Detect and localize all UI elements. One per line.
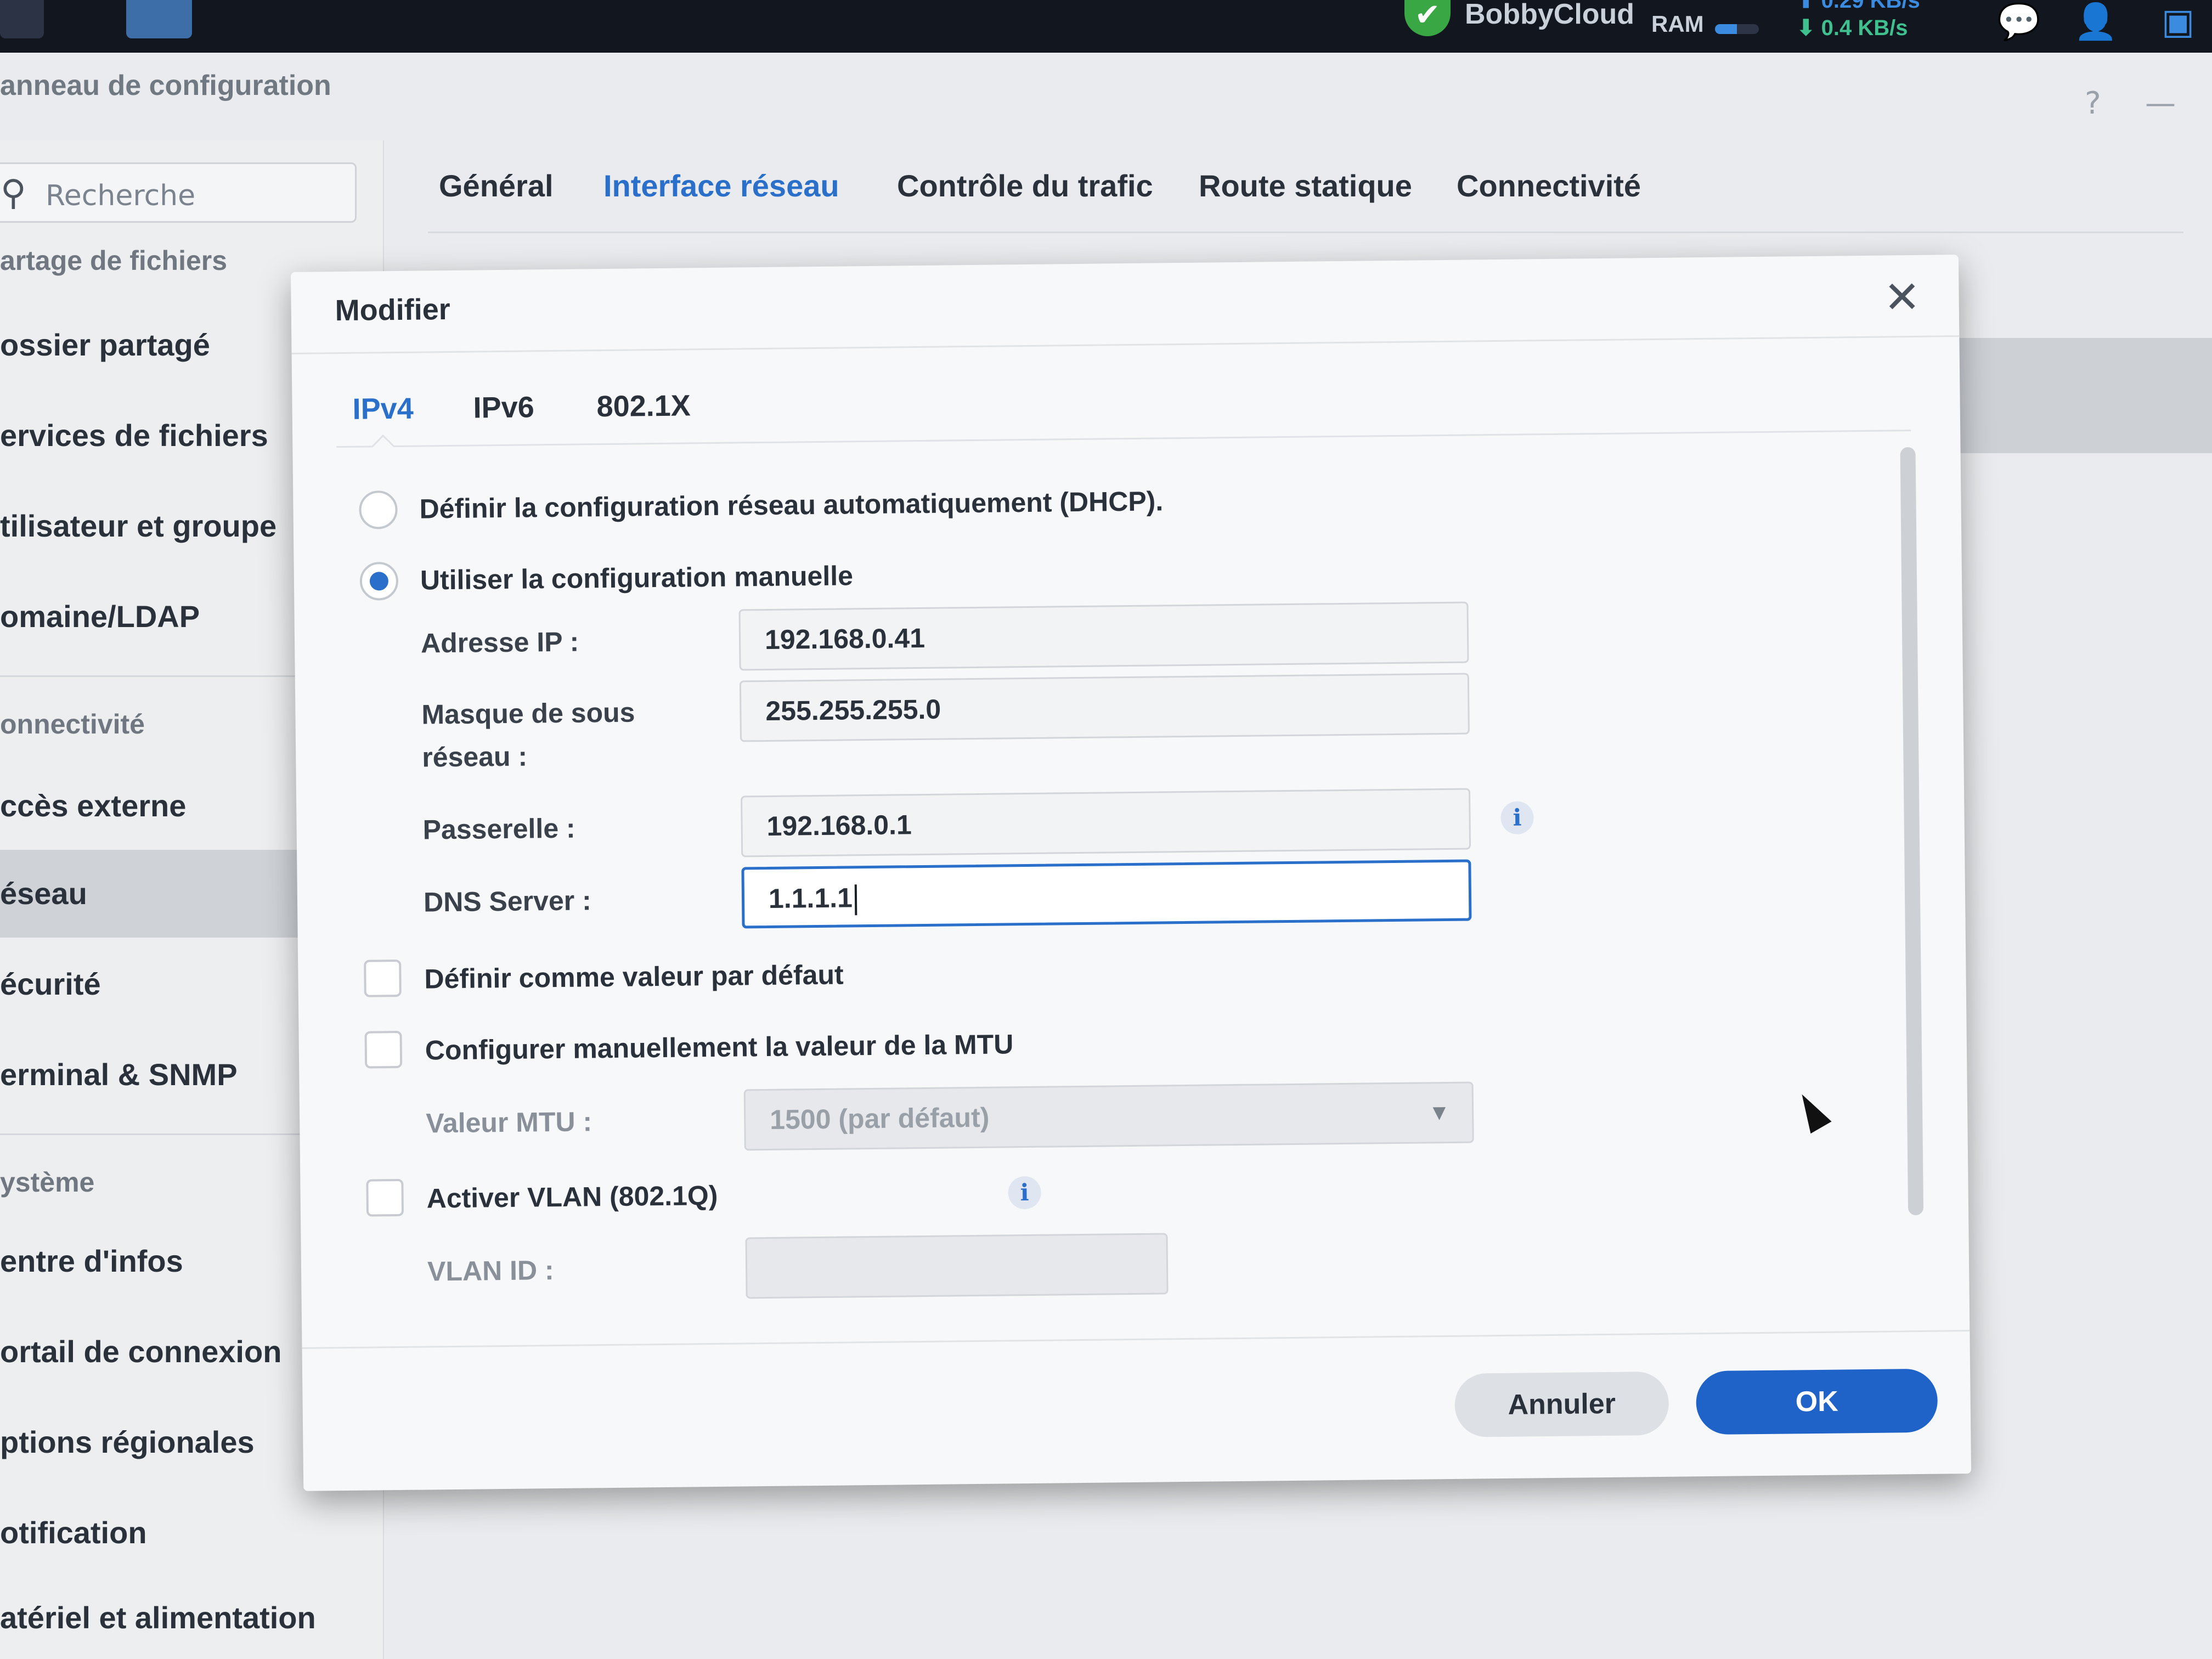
ram-bar bbox=[1715, 24, 1759, 34]
dialog-tabs-divider bbox=[336, 430, 1911, 448]
app-icon[interactable] bbox=[126, 0, 192, 38]
search-input[interactable]: ⚲ Recherche bbox=[0, 162, 357, 223]
selected-row bbox=[1920, 338, 2212, 453]
manual-mtu-label: Configurer manuellement la valeur de la … bbox=[425, 1029, 1014, 1066]
gateway-info-icon[interactable]: i bbox=[1500, 801, 1534, 834]
ram-bar-fill bbox=[1715, 24, 1737, 34]
tab-traffic-control[interactable]: Contrôle du trafic bbox=[897, 168, 1153, 204]
sidebar-item-hardware-power[interactable]: atériel et alimentation bbox=[0, 1600, 395, 1635]
subnet-mask-label-line2: réseau : bbox=[421, 741, 528, 773]
taskbar: ✔ BobbyCloud RAM ⬆ 0.29 KB/s ⬇ 0.4 KB/s … bbox=[0, 0, 2212, 53]
search-icon: ⚲ bbox=[1, 173, 26, 213]
ip-address-label: Adresse IP : bbox=[420, 626, 579, 659]
dns-server-field[interactable]: 1.1.1.1 bbox=[741, 859, 1472, 929]
status-ok-icon[interactable]: ✔ bbox=[1404, 0, 1451, 36]
close-icon[interactable]: ✕ bbox=[1883, 272, 1921, 323]
net-upload-value: 0.29 KB/s bbox=[1821, 0, 1920, 13]
tab-ipv6[interactable]: IPv6 bbox=[473, 390, 534, 425]
widgets-icon[interactable]: ▣ bbox=[2156, 0, 2200, 44]
dns-server-value: 1.1.1.1 bbox=[768, 882, 853, 914]
user-icon[interactable]: 👤 bbox=[2074, 0, 2118, 44]
manual-config-radio[interactable] bbox=[359, 561, 399, 601]
dhcp-label: Définir la configuration réseau automati… bbox=[419, 486, 1164, 524]
sidebar-item-notification[interactable]: otification bbox=[0, 1515, 395, 1550]
edit-dialog: Modifier ✕ IPv4 IPv6 802.1X Définir la c… bbox=[291, 255, 1972, 1491]
cancel-button[interactable]: Annuler bbox=[1454, 1371, 1669, 1437]
vlan-label: Activer VLAN (802.1Q) bbox=[426, 1180, 718, 1214]
default-gateway-label: Définir comme valeur par défaut bbox=[424, 959, 844, 995]
mtu-selected-value: 1500 (par défaut) bbox=[769, 1102, 990, 1135]
default-gateway-checkbox[interactable] bbox=[364, 959, 402, 997]
dhcp-radio[interactable] bbox=[359, 490, 398, 529]
host-name: BobbyCloud bbox=[1465, 0, 1635, 30]
dialog-title: Modifier bbox=[335, 292, 451, 328]
net-download-value: 0.4 KB/s bbox=[1821, 16, 1908, 40]
tab-static-route[interactable]: Route statique bbox=[1199, 168, 1412, 204]
chevron-down-icon: ▼ bbox=[1428, 1100, 1451, 1125]
mtu-value-label: Valeur MTU : bbox=[425, 1106, 592, 1139]
dialog-header: Modifier ✕ bbox=[291, 255, 1960, 354]
subnet-mask-field[interactable]: 255.255.255.0 bbox=[739, 673, 1470, 742]
vlan-info-icon[interactable]: i bbox=[1008, 1176, 1041, 1210]
search-placeholder: Recherche bbox=[46, 179, 196, 212]
tab-8021x[interactable]: 802.1X bbox=[596, 388, 691, 424]
manual-mtu-checkbox[interactable] bbox=[364, 1030, 403, 1069]
dns-server-label: DNS Server : bbox=[423, 885, 592, 918]
tabs-divider bbox=[428, 232, 2183, 233]
tab-ipv4[interactable]: IPv4 bbox=[352, 392, 414, 426]
help-icon[interactable]: ? bbox=[2085, 86, 2101, 121]
text-caret bbox=[854, 884, 857, 916]
apps-grid-icon[interactable] bbox=[0, 0, 44, 38]
tab-network-interface[interactable]: Interface réseau bbox=[603, 168, 839, 204]
mtu-value-select[interactable]: 1500 (par défaut) ▼ bbox=[743, 1081, 1474, 1151]
net-upload: ⬆ 0.29 KB/s bbox=[1797, 0, 1920, 13]
vlan-checkbox[interactable] bbox=[366, 1178, 404, 1217]
active-tab-caret bbox=[371, 435, 395, 458]
minimize-icon[interactable]: — bbox=[2145, 86, 2176, 121]
net-download: ⬇ 0.4 KB/s bbox=[1797, 16, 1908, 40]
ok-button[interactable]: OK bbox=[1696, 1368, 1938, 1435]
tab-connectivity[interactable]: Connectivité bbox=[1457, 168, 1641, 204]
dialog-footer-divider bbox=[302, 1330, 1970, 1349]
chat-icon[interactable]: 💬 bbox=[1997, 0, 2041, 44]
tab-general[interactable]: Général bbox=[439, 168, 554, 204]
vlan-id-field[interactable] bbox=[745, 1233, 1169, 1299]
ip-address-field[interactable]: 192.168.0.41 bbox=[738, 601, 1469, 671]
gateway-field[interactable]: 192.168.0.1 bbox=[741, 788, 1471, 857]
vlan-id-label: VLAN ID : bbox=[427, 1255, 554, 1287]
window-title: anneau de configuration bbox=[0, 70, 331, 101]
gateway-label: Passerelle : bbox=[422, 812, 575, 845]
ram-label: RAM bbox=[1651, 11, 1704, 37]
subnet-mask-label: Masque de sous réseau : bbox=[421, 691, 636, 778]
dialog-scrollbar[interactable] bbox=[1900, 447, 1924, 1216]
manual-config-label: Utiliser la configuration manuelle bbox=[420, 560, 854, 596]
subnet-mask-label-line1: Masque de sous bbox=[421, 697, 635, 730]
